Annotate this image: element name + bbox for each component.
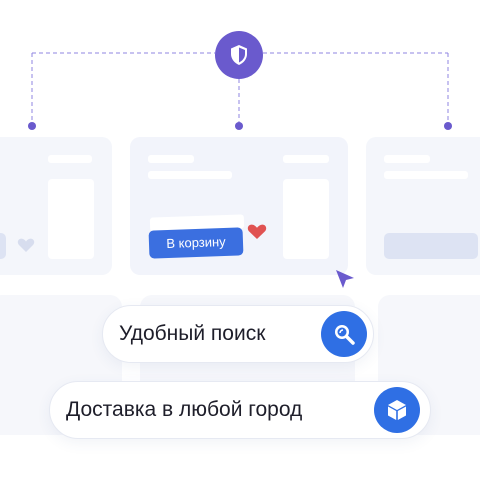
- feature-label-delivery: Доставка в любой город: [66, 398, 303, 421]
- product-card-left: [0, 137, 112, 275]
- security-badge: [215, 31, 263, 79]
- heart-icon[interactable]: [17, 237, 35, 253]
- add-to-cart-button[interactable]: В корзину: [148, 227, 244, 259]
- connector-dot-left: [28, 122, 36, 130]
- product-card-right: [366, 137, 480, 275]
- connector-dot-center: [235, 122, 243, 130]
- feature-pill-delivery: Доставка в любой город: [49, 381, 431, 439]
- pointer-cursor-icon: [336, 270, 354, 288]
- shield-icon: [231, 45, 247, 65]
- feature-label-search: Удобный поиск: [119, 322, 266, 345]
- connector-dot-right: [444, 122, 452, 130]
- feature-pill-search: Удобный поиск: [102, 305, 374, 363]
- search-icon-badge: [321, 311, 367, 357]
- box-icon: [388, 400, 406, 420]
- search-icon: [335, 325, 355, 345]
- heart-icon[interactable]: [247, 223, 267, 240]
- box-icon-badge: [374, 387, 420, 433]
